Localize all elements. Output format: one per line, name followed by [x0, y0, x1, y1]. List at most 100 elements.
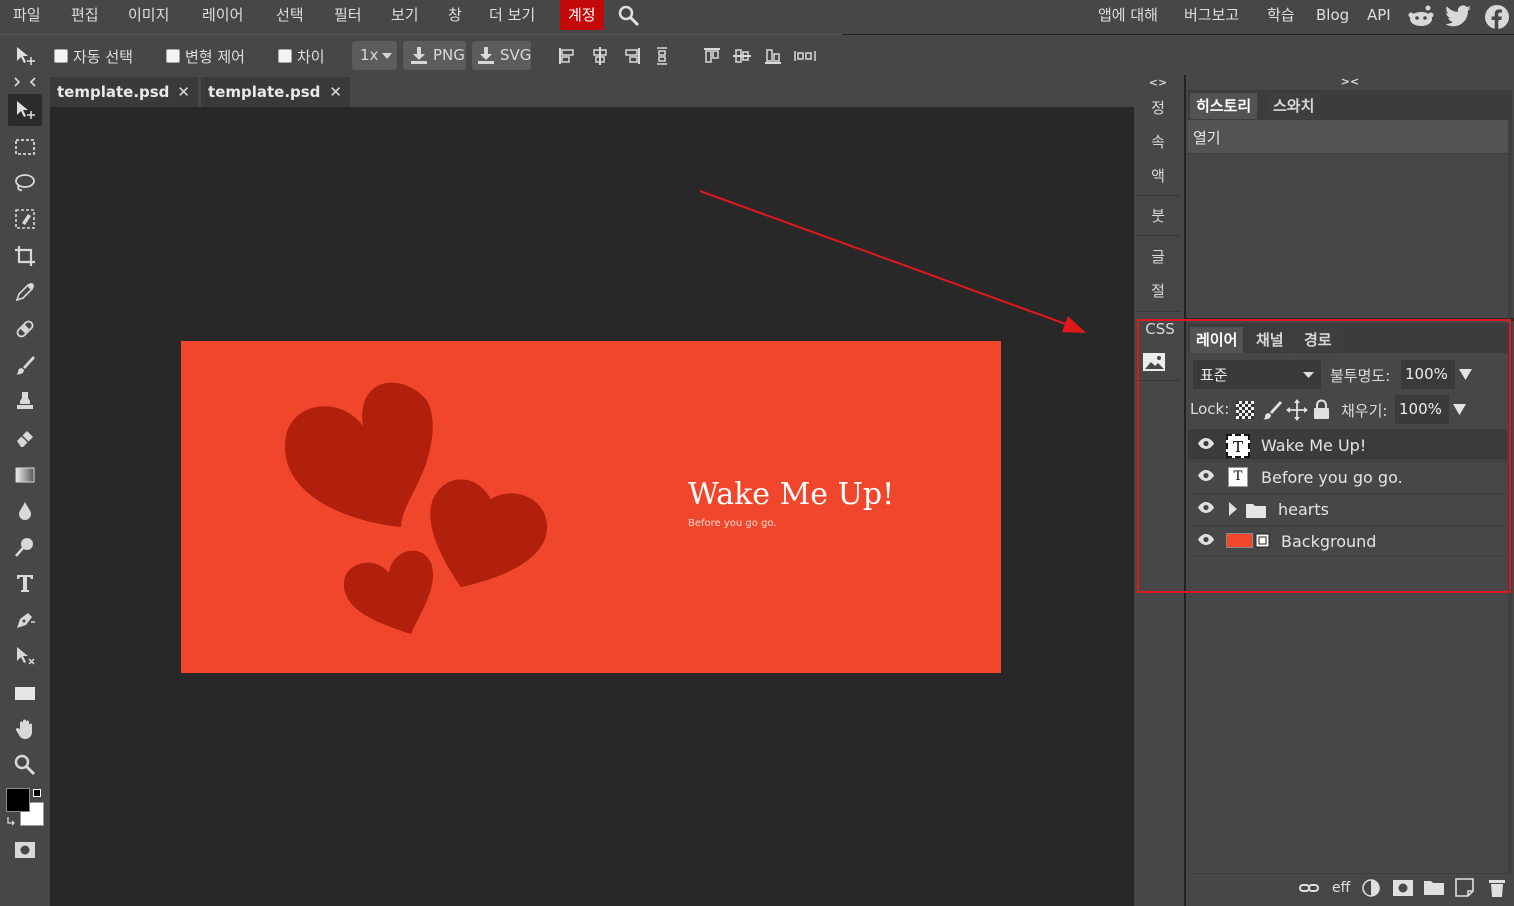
align-center-icon[interactable] — [591, 47, 609, 65]
strip-character[interactable]: 글 — [1134, 246, 1182, 267]
type-tool[interactable] — [8, 567, 42, 599]
color-swatches[interactable] — [6, 788, 46, 832]
move-tool[interactable] — [8, 94, 42, 126]
reddit-icon[interactable] — [1408, 4, 1434, 28]
zoom-tool[interactable] — [8, 749, 42, 781]
dodge-icon — [15, 538, 33, 557]
delete-layer-icon[interactable] — [1488, 879, 1506, 898]
strip-properties[interactable]: 속 — [1134, 131, 1182, 152]
magnifier-icon — [14, 754, 36, 776]
pen-tool[interactable] — [8, 604, 42, 636]
blur-tool[interactable] — [8, 495, 42, 527]
new-group-icon[interactable] — [1424, 880, 1444, 895]
close-icon[interactable]: ✕ — [329, 77, 342, 107]
brush-tool[interactable] — [8, 349, 42, 381]
export-png-button[interactable]: PNG — [403, 41, 466, 70]
crop-tool[interactable] — [8, 240, 42, 272]
strip-divider — [1136, 235, 1180, 236]
document-tab[interactable]: template.psd ✕ — [201, 77, 350, 107]
swap-colors-icon[interactable] — [6, 815, 18, 827]
history-entry-label: 열기 — [1193, 129, 1221, 147]
zoom-dropdown[interactable]: 1x — [352, 41, 397, 70]
quick-selection-tool[interactable] — [8, 203, 42, 235]
gradient-tool[interactable] — [8, 459, 42, 491]
download-icon — [478, 47, 494, 64]
adjustment-layer-icon[interactable] — [1362, 879, 1380, 897]
align-left-icon[interactable] — [558, 47, 576, 65]
menu-file[interactable]: 파일 — [11, 0, 43, 30]
eraser-tool[interactable] — [8, 422, 42, 454]
foreground-color-swatch[interactable] — [6, 788, 30, 812]
distribute-vertical-icon[interactable] — [794, 47, 816, 65]
menu-more[interactable]: 더 보기 — [487, 0, 537, 30]
twitter-icon[interactable] — [1446, 5, 1472, 27]
eyedropper-tool[interactable] — [8, 276, 42, 308]
marquee-tool[interactable] — [8, 131, 42, 163]
export-svg-button[interactable]: SVG — [472, 41, 531, 70]
menu-window[interactable]: 창 — [446, 0, 464, 30]
layer-effects-button[interactable]: eff — [1332, 880, 1350, 896]
menu-select[interactable]: 선택 — [274, 0, 306, 30]
default-colors-icon[interactable] — [33, 789, 41, 797]
download-icon — [411, 47, 427, 64]
facebook-icon[interactable] — [1484, 4, 1510, 30]
strip-actions[interactable]: 액 — [1134, 165, 1182, 186]
new-layer-icon[interactable] — [1455, 878, 1474, 897]
strip-brush[interactable]: 붓 — [1134, 205, 1182, 226]
layer-mask-icon[interactable] — [1393, 880, 1413, 896]
align-right-icon[interactable] — [623, 47, 641, 65]
distances-checkbox[interactable] — [278, 49, 292, 63]
canvas-title-text: Wake Me Up! — [688, 477, 895, 512]
quick-mask-icon[interactable] — [15, 842, 35, 858]
strip-divider — [1136, 311, 1180, 312]
document-canvas[interactable]: Wake Me Up! Before you go go. — [181, 341, 1001, 673]
history-scrollbar[interactable] — [1508, 120, 1512, 318]
panel-collapse-toggle[interactable]: >< — [1186, 75, 1514, 89]
rectangle-tool[interactable] — [8, 677, 42, 709]
search-icon[interactable] — [618, 5, 640, 27]
link-learn[interactable]: 학습 — [1265, 0, 1297, 30]
menu-filter[interactable]: 필터 — [332, 0, 364, 30]
path-selection-icon — [17, 647, 35, 665]
align-bottom-icon[interactable] — [764, 47, 782, 65]
align-top-icon[interactable] — [703, 47, 721, 65]
tab-history[interactable]: 히스토리 — [1190, 93, 1258, 119]
link-api[interactable]: API — [1365, 0, 1393, 30]
menu-account[interactable]: 계정 — [560, 0, 604, 30]
history-entry[interactable]: 열기 — [1188, 120, 1508, 154]
rectangle-icon — [15, 687, 35, 700]
healing-brush-tool[interactable] — [8, 313, 42, 345]
drop-icon — [19, 502, 31, 520]
link-about[interactable]: 앱에 대해 — [1096, 0, 1160, 30]
document-tab[interactable]: template.psd ✕ — [50, 77, 198, 107]
menu-image[interactable]: 이미지 — [126, 0, 171, 30]
options-toolbar: 자동 선택 변형 제어 차이 1x PNG SVG — [0, 35, 1514, 75]
link-blog[interactable]: Blog — [1314, 0, 1351, 30]
path-selection-tool[interactable] — [8, 640, 42, 672]
close-icon[interactable]: ✕ — [177, 77, 190, 107]
history-list — [1188, 154, 1508, 318]
strip-expand-toggle[interactable]: <> — [1134, 76, 1182, 89]
auto-select-checkbox[interactable] — [54, 49, 68, 63]
hand-tool[interactable] — [8, 713, 42, 745]
dodge-tool[interactable] — [8, 531, 42, 563]
menu-view[interactable]: 보기 — [389, 0, 421, 30]
distribute-horizontal-icon[interactable] — [653, 47, 671, 65]
strip-divider — [1136, 195, 1180, 196]
align-middle-icon[interactable] — [733, 47, 751, 65]
collapse-toggle-icon[interactable] — [14, 77, 36, 87]
link-layers-icon[interactable] — [1299, 883, 1319, 893]
strip-info[interactable]: 정 — [1134, 97, 1182, 118]
clone-stamp-tool[interactable] — [8, 385, 42, 417]
annotation-arrow — [699, 190, 1086, 333]
menu-edit[interactable]: 편집 — [69, 0, 101, 30]
tools-panel — [0, 75, 50, 906]
export-svg-label: SVG — [500, 46, 532, 64]
tab-swatches[interactable]: 스와치 — [1267, 93, 1321, 119]
strip-paragraph[interactable]: 절 — [1134, 280, 1182, 301]
menu-layer[interactable]: 레이어 — [200, 0, 245, 30]
lasso-tool[interactable] — [8, 167, 42, 199]
gradient-icon — [15, 467, 35, 483]
transform-controls-checkbox[interactable] — [166, 49, 180, 63]
link-report-bug[interactable]: 버그보고 — [1182, 0, 1241, 30]
